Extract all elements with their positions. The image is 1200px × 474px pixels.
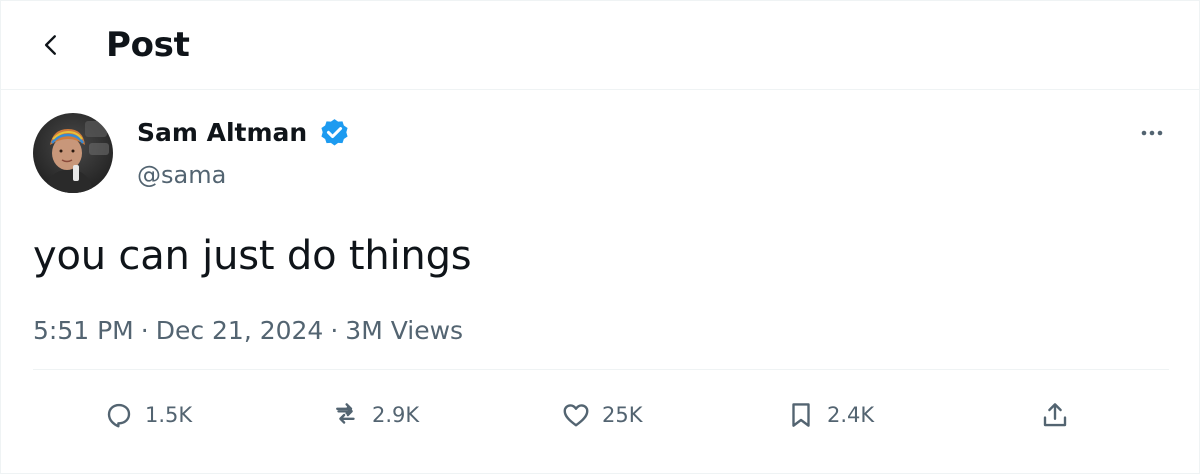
post-meta: 5:51 PM · Dec 21, 2024 · 3M Views: [33, 313, 463, 349]
verified-badge-icon[interactable]: [318, 117, 351, 150]
reply-icon: [107, 403, 131, 428]
reply-button[interactable]: 1.5K: [103, 395, 192, 435]
heart-icon: [563, 404, 589, 427]
post-date[interactable]: Dec 21, 2024: [156, 313, 324, 349]
bookmark-button[interactable]: 2.4K: [785, 395, 874, 435]
bookmark-count: 2.4K: [827, 403, 875, 427]
retweet-count: 2.9K: [372, 403, 420, 427]
post-detail-view: Post Sam Altman @sama you can just do th…: [0, 0, 1200, 474]
page-title: Post: [106, 25, 190, 65]
avatar[interactable]: [33, 113, 113, 193]
post-text: you can just do things: [33, 233, 472, 279]
retweet-button[interactable]: 2.9K: [330, 395, 419, 435]
views-label: Views: [390, 316, 464, 345]
retweet-icon: [336, 403, 355, 424]
more-options-button[interactable]: [1133, 117, 1171, 149]
like-count: 25K: [602, 403, 643, 427]
bookmark-icon: [792, 403, 810, 427]
view-count: 3M: [345, 316, 383, 345]
reply-count: 1.5K: [145, 403, 193, 427]
post-header: Post: [1, 1, 1199, 90]
author-name[interactable]: Sam Altman: [137, 115, 307, 151]
author-handle[interactable]: @sama: [137, 158, 226, 192]
like-button[interactable]: 25K: [560, 395, 643, 435]
divider: [33, 369, 1169, 370]
share-icon: [1043, 403, 1067, 427]
more-horizontal-icon: [1141, 130, 1163, 136]
arrow-left-icon: [44, 35, 56, 55]
meta-separator: ·: [330, 316, 339, 345]
meta-separator: ·: [140, 316, 149, 345]
back-button[interactable]: [31, 25, 71, 65]
share-button[interactable]: [1039, 395, 1071, 435]
post-time[interactable]: 5:51 PM: [33, 313, 134, 349]
